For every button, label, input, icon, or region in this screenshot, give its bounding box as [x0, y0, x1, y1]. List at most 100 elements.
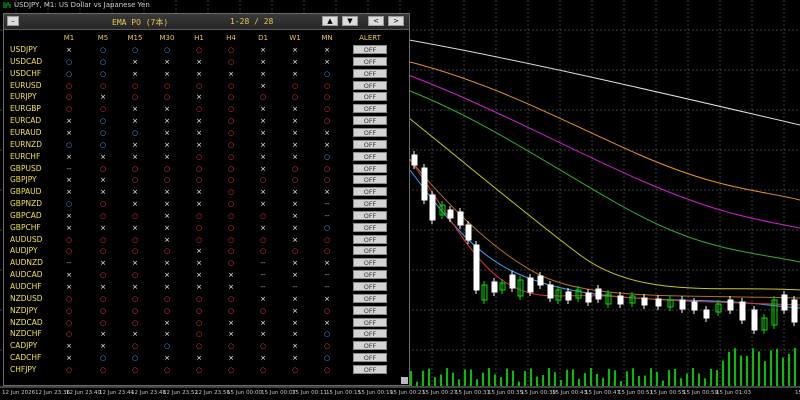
symbol-label-eurcad[interactable]: EURCAD: [10, 116, 41, 125]
alert-toggle-button[interactable]: OFF: [353, 329, 387, 339]
signal-cell: ○: [195, 330, 203, 339]
signal-cell: ×: [164, 57, 170, 66]
candle-body: [565, 291, 572, 301]
symbol-label-audusd[interactable]: AUDUSD: [10, 235, 42, 244]
symbol-label-usdcad[interactable]: USDCAD: [10, 57, 42, 66]
alert-toggle-button[interactable]: OFF: [353, 258, 387, 268]
alert-toggle-button[interactable]: OFF: [353, 199, 387, 209]
scroll-up-button[interactable]: ▲: [322, 16, 338, 26]
signal-cell: ○: [99, 306, 107, 315]
signal-cell: ○: [259, 365, 267, 374]
signal-cell: ×: [228, 354, 234, 363]
symbol-label-audcad[interactable]: AUDCAD: [10, 270, 43, 279]
signal-cell: ○: [195, 306, 203, 315]
symbol-label-usdchf[interactable]: USDCHF: [10, 69, 41, 78]
alert-toggle-button[interactable]: OFF: [353, 305, 387, 315]
alert-toggle-button[interactable]: OFF: [353, 364, 387, 374]
minimize-button[interactable]: –: [7, 16, 19, 26]
symbol-label-gbpcad[interactable]: GBPCAD: [10, 211, 42, 220]
alert-toggle-button[interactable]: OFF: [353, 45, 387, 54]
symbol-label-nzdcad[interactable]: NZDCAD: [10, 318, 43, 327]
symbol-label-cadjpy[interactable]: CADJPY: [10, 341, 37, 350]
alert-toggle-button[interactable]: OFF: [353, 222, 387, 232]
alert-toggle-button[interactable]: OFF: [353, 163, 387, 173]
signal-cell: ○: [291, 365, 299, 374]
column-header-m5: M5: [97, 34, 109, 42]
symbol-label-audchf[interactable]: AUDCHF: [10, 282, 42, 291]
ema-po-panel[interactable]: – EMA PO (7本) 1-28 / 28 ▲ ▼ < > M1 M5 M15 M…: [3, 13, 410, 386]
symbol-label-eurjpy[interactable]: EURJPY: [10, 92, 37, 101]
signal-cell: ×: [196, 283, 202, 291]
symbol-label-nzdjpy[interactable]: NZDJPY: [10, 306, 38, 315]
alert-toggle-button[interactable]: OFF: [353, 80, 387, 90]
alert-toggle-button[interactable]: OFF: [353, 246, 387, 256]
symbol-label-chfjpy[interactable]: CHFJPY: [10, 365, 36, 374]
signal-cell: ○: [227, 235, 235, 244]
signal-cell: ○: [99, 354, 107, 363]
alert-toggle-button[interactable]: OFF: [353, 175, 387, 185]
symbol-label-eurchf[interactable]: EURCHF: [10, 152, 40, 161]
alert-toggle-button[interactable]: OFF: [353, 353, 387, 363]
alert-toggle-button[interactable]: OFF: [353, 56, 387, 66]
signal-cell: ×: [324, 128, 330, 137]
alert-toggle-button[interactable]: OFF: [353, 151, 387, 161]
alert-toggle-button[interactable]: OFF: [353, 210, 387, 220]
signal-cell: ×: [164, 128, 170, 137]
symbol-label-nzdchf[interactable]: NZDCHF: [10, 329, 42, 338]
signal-cell: ×: [164, 330, 170, 339]
resize-grip[interactable]: [401, 377, 408, 384]
alert-toggle-button[interactable]: OFF: [353, 139, 387, 149]
alert-toggle-button[interactable]: OFF: [353, 317, 387, 327]
symbol-label-gbpaud[interactable]: GBPAUD: [10, 187, 41, 196]
alert-toggle-button[interactable]: OFF: [353, 293, 387, 303]
signal-cell: --: [324, 271, 330, 280]
signal-cell: ○: [131, 306, 139, 315]
alert-toggle-button[interactable]: OFF: [353, 341, 387, 351]
candle-body: [457, 211, 464, 226]
symbol-label-gbpusd[interactable]: GBPUSD: [10, 164, 42, 173]
symbol-label-eurusd[interactable]: EURUSD: [10, 81, 41, 90]
signal-cell: ×: [164, 188, 170, 197]
symbol-label-audnzd[interactable]: AUDNZD: [10, 258, 43, 267]
symbol-label-gbpnzd[interactable]: GBPNZD: [10, 199, 42, 208]
signal-cell: ×: [260, 69, 266, 78]
symbol-label-eurnzd[interactable]: EURNZD: [10, 140, 42, 149]
alert-toggle-button[interactable]: OFF: [353, 127, 387, 137]
signal-cell: ×: [66, 211, 72, 220]
volume-bar: [638, 376, 640, 386]
signal-cell: ○: [323, 105, 331, 114]
signal-cell: ×: [260, 128, 266, 137]
alert-toggle-button[interactable]: OFF: [353, 68, 387, 78]
alert-toggle-button[interactable]: OFF: [353, 187, 387, 197]
symbol-label-eurgbp[interactable]: EURGBP: [10, 104, 41, 113]
signal-cell: ×: [100, 223, 106, 232]
signal-cell: ○: [195, 223, 203, 232]
symbol-label-cadchf[interactable]: CADCHF: [10, 353, 41, 362]
signal-cell: --: [66, 259, 72, 268]
symbol-label-audjpy[interactable]: AUDJPY: [10, 246, 38, 255]
volume-bar: [770, 350, 772, 386]
alert-toggle-button[interactable]: OFF: [353, 104, 387, 114]
alert-toggle-button[interactable]: OFF: [353, 234, 387, 244]
signal-cell: --: [260, 271, 266, 280]
alert-toggle-button[interactable]: OFF: [353, 282, 387, 291]
symbol-label-nzdusd[interactable]: NZDUSD: [10, 294, 43, 303]
symbol-label-euraud[interactable]: EURAUD: [10, 128, 42, 137]
signal-cell: ×: [292, 188, 298, 197]
symbol-label-usdjpy[interactable]: USDJPY: [10, 45, 37, 54]
next-page-button[interactable]: >: [388, 16, 404, 26]
signal-cell: ×: [132, 223, 138, 232]
signal-cell: ○: [65, 57, 73, 66]
panel-header[interactable]: – EMA PO (7本) 1-28 / 28 ▲ ▼ < >: [4, 14, 409, 30]
alert-toggle-button[interactable]: OFF: [353, 116, 387, 126]
scroll-down-button[interactable]: ▼: [342, 16, 358, 26]
symbol-label-gbpchf[interactable]: GBPCHF: [10, 223, 41, 232]
volume-bar: [512, 370, 514, 386]
prev-page-button[interactable]: <: [368, 16, 384, 26]
symbol-label-gbpjpy[interactable]: GBPJPY: [10, 175, 37, 184]
alert-toggle-button[interactable]: OFF: [353, 270, 387, 280]
alert-toggle-button[interactable]: OFF: [353, 92, 387, 102]
signal-cell: ○: [227, 259, 235, 268]
signal-cell: ○: [99, 128, 107, 137]
signal-cell: ○: [195, 294, 203, 303]
